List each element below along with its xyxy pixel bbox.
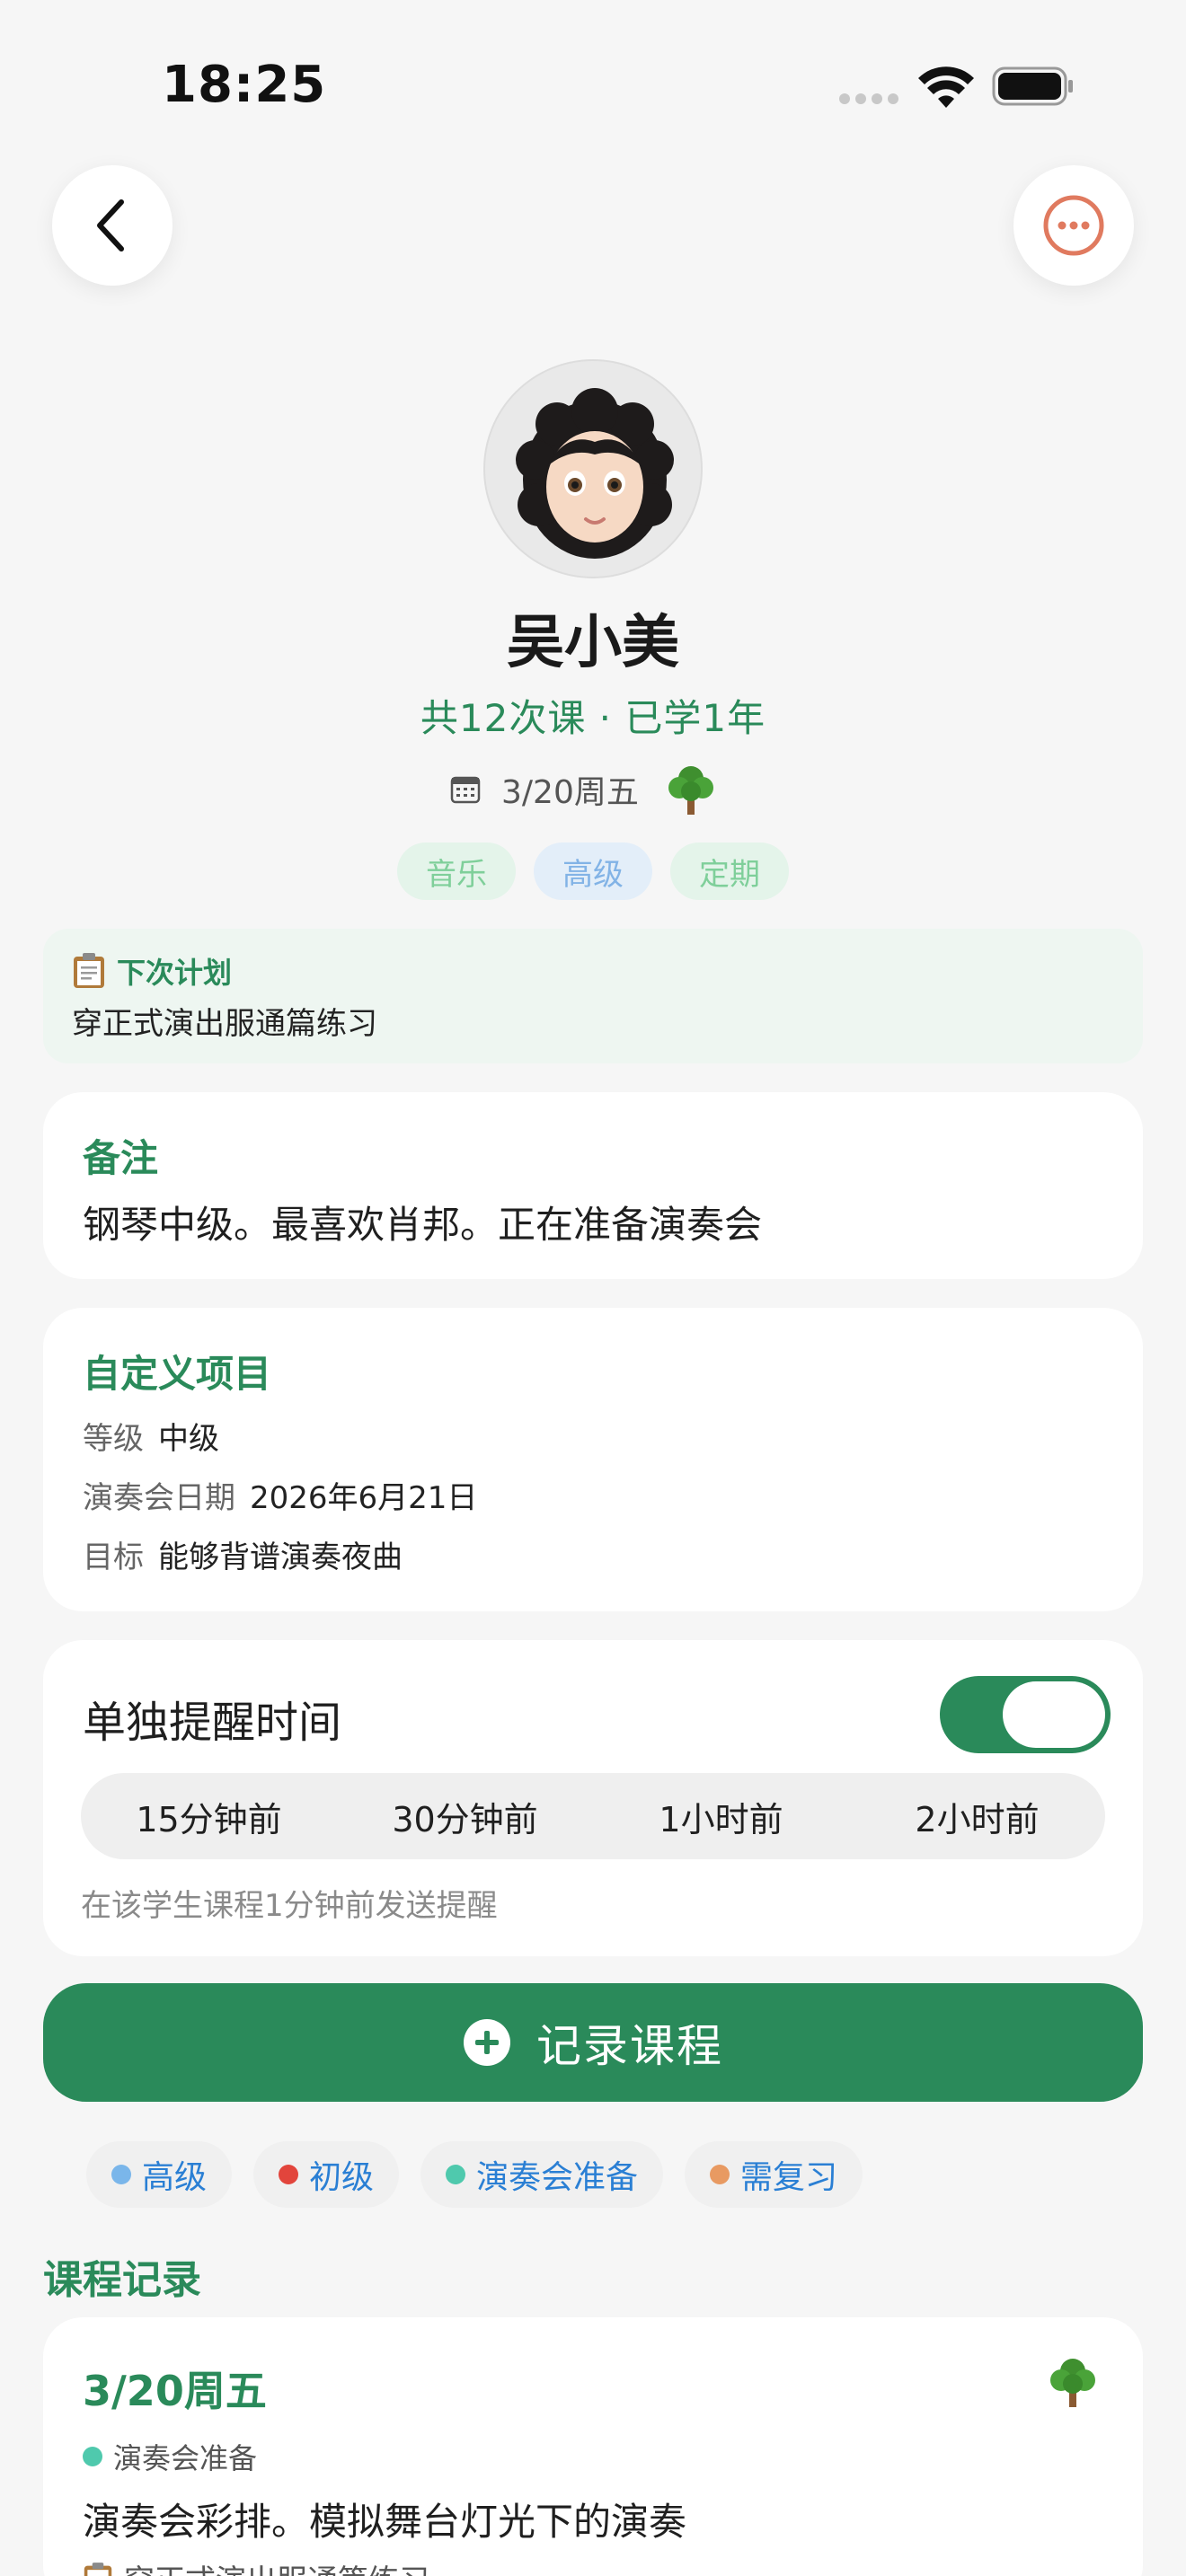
field-value: 中级 — [158, 1421, 219, 1457]
wifi-icon — [918, 66, 974, 108]
clipboard-icon — [74, 953, 104, 988]
student-tag: 高级 — [534, 842, 652, 900]
reminder-option-1hour[interactable]: 1小时前 — [593, 1773, 849, 1859]
toggle-knob — [1003, 1681, 1105, 1748]
legend-label: 演奏会准备 — [476, 2159, 639, 2196]
avatar-emoji-icon — [516, 388, 674, 559]
custom-field-recital-date: 演奏会日期 2026年6月21日 — [83, 1473, 477, 1517]
record-tag: 演奏会准备 — [83, 2436, 257, 2477]
field-value: 能够背谱演奏夜曲 — [158, 1539, 403, 1575]
battery-icon — [992, 66, 1073, 106]
plus-circle-icon — [464, 2019, 510, 2066]
student-summary: 共12次课 · 已学1年 — [420, 696, 766, 740]
next-plan-card — [43, 929, 1143, 1063]
record-lesson-label: 记录课程 — [536, 2020, 723, 2072]
custom-field-goal: 目标 能够背谱演奏夜曲 — [83, 1532, 403, 1576]
legend-dot — [710, 2165, 730, 2184]
record-plan-text: 穿正式演出服通篇练习 — [124, 2556, 429, 2576]
reminder-time-segmented-control: 15分钟前 30分钟前 1小时前 2小时前 — [81, 1773, 1105, 1859]
calendar-icon — [450, 776, 481, 804]
next-plan-label: 下次计划 — [117, 956, 233, 990]
tag-legend: 高级 初级 演奏会准备 需复习 — [86, 2141, 863, 2208]
legend-label: 高级 — [142, 2159, 208, 2196]
reminder-option-15min[interactable]: 15分钟前 — [81, 1773, 337, 1859]
student-name: 吴小美 — [507, 610, 679, 676]
more-button[interactable] — [1013, 165, 1134, 286]
chevron-left-icon — [97, 199, 124, 251]
avatar[interactable] — [483, 359, 703, 578]
legend-label: 需复习 — [740, 2159, 838, 2196]
student-tags: 音乐 高级 定期 — [0, 842, 1186, 900]
reminder-option-2hours[interactable]: 2小时前 — [849, 1773, 1105, 1859]
status-time: 18:25 — [162, 56, 327, 114]
student-tag: 定期 — [670, 842, 789, 900]
field-key: 目标 — [83, 1539, 144, 1575]
custom-field-level: 等级 中级 — [83, 1414, 219, 1458]
field-key: 演奏会日期 — [83, 1480, 235, 1516]
record-text: 演奏会彩排。模拟舞台灯光下的演奏 — [83, 2500, 687, 2544]
field-value: 2026年6月21日 — [250, 1480, 478, 1516]
record-date: 3/20周五 — [83, 2367, 267, 2415]
back-button[interactable] — [52, 165, 173, 286]
next-plan-text: 穿正式演出服通篇练习 — [72, 1006, 377, 1042]
legend-filter-chip[interactable]: 初级 — [253, 2141, 400, 2208]
note-title: 备注 — [83, 1136, 159, 1180]
legend-dot — [111, 2165, 131, 2184]
note-text: 钢琴中级。最喜欢肖邦。正在准备演奏会 — [83, 1203, 763, 1247]
reminder-toggle[interactable] — [940, 1676, 1111, 1753]
legend-filter-chip[interactable]: 演奏会准备 — [420, 2141, 664, 2208]
record-lesson-button[interactable]: 记录课程 — [43, 1983, 1143, 2102]
more-icon — [1043, 195, 1104, 256]
record-tag-dot — [83, 2447, 102, 2466]
reminder-title: 单独提醒时间 — [83, 1698, 342, 1748]
tree-icon — [668, 766, 713, 815]
record-tag-label: 演奏会准备 — [113, 2441, 258, 2475]
lesson-date: 3/20周五 — [501, 774, 639, 811]
lesson-records-title: 课程记录 — [43, 2257, 201, 2303]
reminder-option-30min[interactable]: 30分钟前 — [337, 1773, 593, 1859]
next-plan-title: 下次计划 — [72, 950, 232, 992]
student-tag: 音乐 — [397, 842, 516, 900]
legend-dot — [279, 2165, 299, 2184]
reminder-hint: 在该学生课程1分钟前发送提醒 — [81, 1888, 498, 1924]
record-plan: 穿正式演出服通篇练习 — [83, 2556, 429, 2576]
note-card[interactable] — [43, 1092, 1143, 1279]
field-key: 等级 — [83, 1421, 144, 1457]
lesson-date-row: 3/20周五 — [449, 758, 746, 821]
legend-filter-chip[interactable]: 高级 — [86, 2141, 233, 2208]
clipboard-icon — [84, 2562, 112, 2576]
signal-icon — [839, 93, 900, 106]
legend-filter-chip[interactable]: 需复习 — [685, 2141, 863, 2208]
legend-label: 初级 — [309, 2159, 375, 2196]
legend-dot — [446, 2165, 466, 2184]
tree-icon — [1050, 2359, 1095, 2407]
custom-fields-title: 自定义项目 — [83, 1352, 272, 1396]
